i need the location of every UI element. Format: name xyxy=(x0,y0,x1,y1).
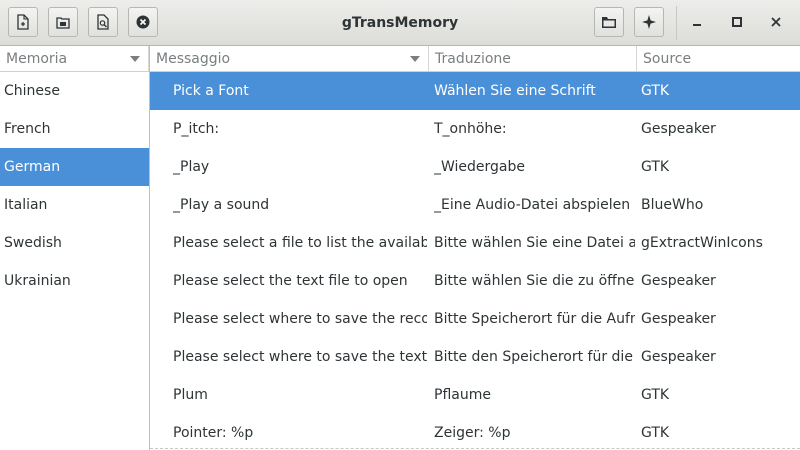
memory-item[interactable]: Chinese xyxy=(0,72,149,110)
memory-item[interactable]: Italian xyxy=(0,186,149,224)
header-separator xyxy=(676,6,677,40)
new-button[interactable] xyxy=(8,7,38,37)
memory-item[interactable]: Swedish xyxy=(0,224,149,262)
message-cell: Please select a file to list the availab… xyxy=(173,235,427,251)
source-cell: gExtractWinIcons xyxy=(641,235,763,251)
translation-cell: Zeiger: %p xyxy=(434,425,511,441)
source-header-label: Source xyxy=(643,51,692,67)
folder-icon xyxy=(602,17,616,28)
message-cell: Plum xyxy=(173,387,208,403)
translation-cell: _Wiedergabe xyxy=(434,159,526,175)
translation-cell: Bitte Speicherort für die Aufnah xyxy=(434,311,635,327)
memory-item[interactable]: French xyxy=(0,110,149,148)
memory-item-label: Swedish xyxy=(4,235,62,251)
save-button[interactable] xyxy=(48,7,78,37)
translation-cell: Bitte wählen Sie eine Datei aus, xyxy=(434,235,635,251)
source-cell: GTK xyxy=(641,159,670,175)
table-row[interactable]: P_itch: T_onhöhe: Gespeaker xyxy=(150,110,800,148)
maximize-icon xyxy=(732,17,742,27)
open-folder-button[interactable] xyxy=(594,7,624,37)
message-cell: _Play a sound xyxy=(173,197,270,213)
translation-cell: T_onhöhe: xyxy=(434,121,507,137)
stop-button[interactable] xyxy=(128,7,158,37)
source-cell: Gespeaker xyxy=(641,273,716,289)
memory-item[interactable]: Ukrainian xyxy=(0,262,149,300)
stop-icon xyxy=(136,15,150,29)
table-row[interactable]: Please select where to save the text fil… xyxy=(150,338,800,376)
memory-item-label: German xyxy=(4,159,61,175)
table-row[interactable]: Pointer: %p Zeiger: %p GTK xyxy=(150,414,800,450)
source-cell: BlueWho xyxy=(641,197,704,213)
table-row[interactable]: Plum Pflaume GTK xyxy=(150,376,800,414)
sparkle-icon xyxy=(642,15,656,29)
table-row[interactable]: Please select a file to list the availab… xyxy=(150,224,800,262)
source-cell: Gespeaker xyxy=(641,121,716,137)
message-header-label: Messaggio xyxy=(156,51,231,67)
new-document-icon xyxy=(17,14,29,30)
translation-table: Messaggio Traduzione Source Pick a Font W… xyxy=(150,46,800,450)
preview-button[interactable] xyxy=(88,7,118,37)
message-cell: Please select where to save the recorde xyxy=(173,311,427,327)
translation-cell: _Eine Audio-Datei abspielen xyxy=(434,197,631,213)
sort-arrow-icon xyxy=(410,56,420,62)
minimize-icon xyxy=(693,24,701,26)
sort-arrow-icon xyxy=(130,56,140,62)
translation-cell: Wählen Sie eine Schrift xyxy=(434,83,596,99)
table-rows: Pick a Font Wählen Sie eine Schrift GTK P_i… xyxy=(150,72,800,450)
source-cell: Gespeaker xyxy=(641,311,716,327)
table-row[interactable]: Please select where to save the recorde B… xyxy=(150,300,800,338)
header-bar: gTransMemory xyxy=(0,0,800,46)
bottom-dashed-divider xyxy=(150,448,800,449)
translation-cell: Pflaume xyxy=(434,387,491,403)
save-icon xyxy=(56,17,70,29)
source-column-header[interactable]: Source xyxy=(637,46,800,72)
message-column-header[interactable]: Messaggio xyxy=(150,46,429,72)
message-cell: P_itch: xyxy=(173,121,220,137)
preview-icon xyxy=(97,14,109,30)
memory-header-label: Memoria xyxy=(6,51,68,67)
table-row[interactable]: _Play _Wiedergabe GTK xyxy=(150,148,800,186)
table-row[interactable]: _Play a sound _Eine Audio-Datei abspielen… xyxy=(150,186,800,224)
close-icon xyxy=(771,17,781,27)
source-cell: GTK xyxy=(641,387,670,403)
window-title: gTransMemory xyxy=(341,15,459,31)
table-row[interactable]: Pick a Font Wählen Sie eine Schrift GTK xyxy=(150,72,800,110)
translation-cell: Bitte den Speicherort für die Te xyxy=(434,349,635,365)
memory-pane: Memoria Chinese French German Italian Swedis… xyxy=(0,46,150,450)
message-cell: Please select where to save the text fil… xyxy=(173,349,427,365)
app-window: gTransMemory Memoria Chinese French Germ… xyxy=(0,0,800,450)
message-cell: _Play xyxy=(173,159,210,175)
close-button[interactable] xyxy=(762,8,790,36)
message-cell: Pick a Font xyxy=(173,83,249,99)
message-cell: Please select the text file to open xyxy=(173,273,408,289)
memory-item-label: French xyxy=(4,121,51,137)
translation-header-label: Traduzione xyxy=(435,51,511,67)
message-cell: Pointer: %p xyxy=(173,425,254,441)
memory-item-label: Ukrainian xyxy=(4,273,71,289)
translation-cell: Bitte wählen Sie die zu öffnend xyxy=(434,273,635,289)
memory-column-header[interactable]: Memoria xyxy=(0,46,149,72)
memory-list: Chinese French German Italian Swedish Ukraini… xyxy=(0,72,149,300)
table-row[interactable]: Please select the text file to open Bitte… xyxy=(150,262,800,300)
memory-item[interactable]: German xyxy=(0,148,149,186)
maximize-button[interactable] xyxy=(723,8,751,36)
source-cell: GTK xyxy=(641,425,670,441)
memory-item-label: Italian xyxy=(4,197,48,213)
sparkle-button[interactable] xyxy=(634,7,664,37)
source-cell: GTK xyxy=(641,83,670,99)
source-cell: Gespeaker xyxy=(641,349,716,365)
memory-item-label: Chinese xyxy=(4,83,60,99)
translation-column-header[interactable]: Traduzione xyxy=(429,46,637,72)
minimize-button[interactable] xyxy=(683,8,711,36)
